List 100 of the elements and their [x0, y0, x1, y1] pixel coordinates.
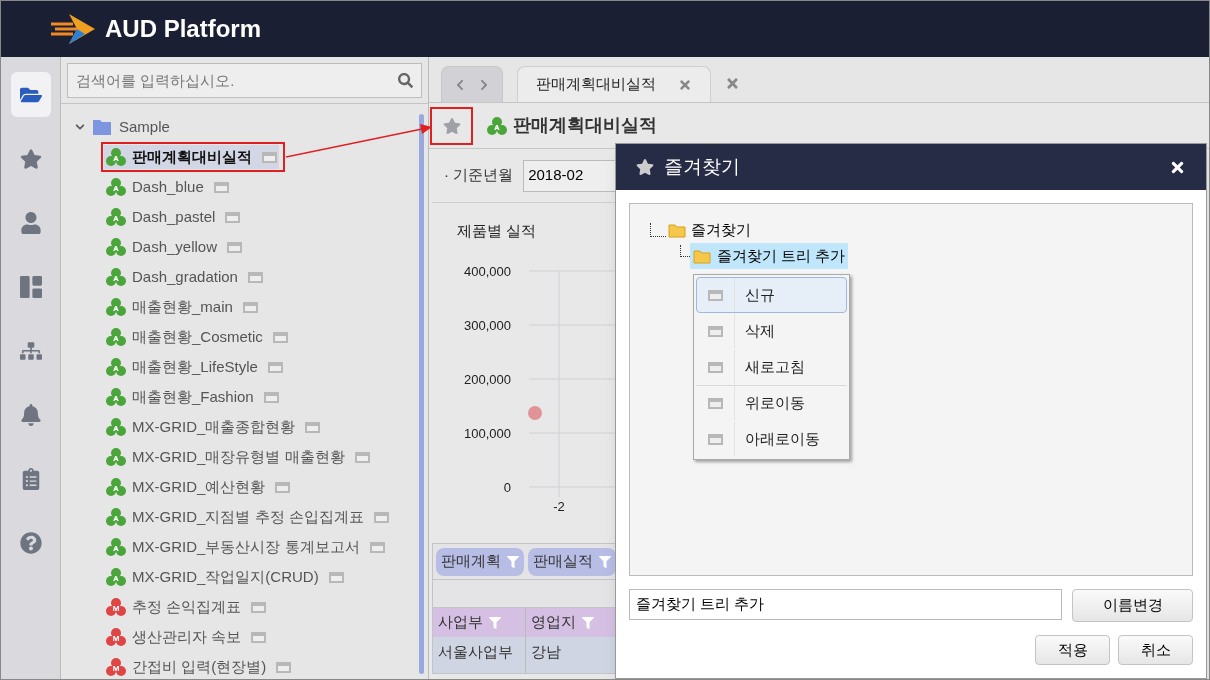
window-icon[interactable] [369, 541, 385, 553]
tree-node-label[interactable]: 즐겨찾기 [688, 218, 754, 242]
window-icon[interactable] [251, 631, 267, 643]
window-icon[interactable] [213, 181, 229, 193]
window-icon[interactable] [272, 331, 288, 343]
window-icon[interactable] [225, 211, 241, 223]
menu-item-label: 삭제 [744, 320, 775, 341]
window-icon[interactable] [247, 271, 263, 283]
window-icon[interactable] [708, 433, 723, 445]
tree-item[interactable]: A Dash_pastel [104, 205, 243, 229]
tree-item[interactable]: A MX-GRID_부동산시장 통계보고서 [104, 535, 387, 559]
pivot-field-chip[interactable]: 판매계획 [436, 547, 524, 576]
search-icon[interactable] [398, 73, 413, 88]
menu-item[interactable]: 삭제 [696, 313, 847, 349]
window-icon[interactable] [275, 481, 291, 493]
tree-item-label: MX-GRID_부동산시장 통계보고서 [132, 536, 360, 557]
nav-button[interactable] [10, 72, 51, 117]
window-icon[interactable] [708, 397, 723, 409]
filter-icon[interactable] [507, 555, 519, 568]
back-icon[interactable] [454, 78, 466, 91]
apply-button[interactable]: 적용 [1035, 635, 1110, 665]
tree-item[interactable]: M 추정 손익집계표 [104, 595, 269, 619]
window-icon[interactable] [251, 601, 267, 613]
menu-item-label: 새로고침 [744, 356, 805, 377]
tree-node-label: 즐겨찾기 트리 추가 [717, 245, 846, 266]
filter-icon[interactable] [599, 555, 611, 568]
tree-item[interactable]: A MX-GRID_매장유형별 매출현황 [104, 445, 372, 469]
window-icon[interactable] [354, 451, 370, 463]
table-cell: 서울사업부 [433, 637, 526, 673]
tree-item-label: 매출현황_Cosmetic [132, 326, 263, 347]
filter-icon[interactable] [582, 616, 594, 629]
menu-item-label: 신규 [744, 284, 775, 305]
bell-icon [19, 403, 42, 426]
help-icon [19, 531, 42, 554]
name-field[interactable]: 즐겨찾기 트리 추가 [629, 589, 1062, 620]
tree-item[interactable]: A Dash_gradation [104, 265, 265, 289]
window-icon[interactable] [263, 391, 279, 403]
window-icon[interactable] [262, 151, 277, 163]
user-icon [19, 211, 42, 234]
star-icon [442, 116, 461, 135]
search-field[interactable]: 검색어를 입력하십시오. [67, 63, 422, 98]
tree-item-label: MX-GRID_매출종합현황 [132, 416, 296, 437]
cancel-button[interactable]: 취소 [1118, 635, 1193, 665]
filter-icon[interactable] [489, 616, 501, 629]
tree-item[interactable]: A 매출현황_LifeStyle [104, 355, 285, 379]
tree-item-label: 매출현황_Fashion [132, 386, 254, 407]
star-icon [19, 147, 42, 170]
dialog-title: 즐겨찾기 [664, 154, 740, 179]
column-label: 사업부 [438, 612, 483, 633]
menu-item[interactable]: 신규 [696, 277, 847, 313]
tree-item[interactable]: A MX-GRID_예산현황 [104, 475, 293, 499]
tree-item[interactable]: M 간접비 입력(현장별) [104, 655, 294, 679]
tree-item[interactable]: A MX-GRID_지점별 추정 손입집계표 [104, 505, 391, 529]
hierarchy-icon [19, 339, 42, 362]
folder-label[interactable]: Sample [119, 115, 170, 139]
tree-item[interactable]: A 판매계획대비실적 [104, 145, 279, 169]
tree-item[interactable]: A MX-GRID_매출종합현황 [104, 415, 323, 439]
y-axis-label: 200,000 [464, 372, 511, 387]
tree-item-label: MX-GRID_지점별 추정 손입집계표 [132, 506, 364, 527]
x-axis-label: -2 [553, 499, 565, 514]
window-icon[interactable] [267, 361, 283, 373]
window-icon[interactable] [276, 661, 292, 673]
window-icon[interactable] [373, 511, 389, 523]
tree-item-label: MX-GRID_예산현황 [132, 476, 266, 497]
menu-item[interactable]: 아래로이동 [696, 421, 847, 457]
report-title: 판매계획대비실적 [513, 114, 657, 137]
y-axis-label: 300,000 [464, 318, 511, 333]
tree-node[interactable]: 즐겨찾기 트리 추가 [690, 243, 849, 269]
folder-icon [668, 222, 686, 238]
rename-button[interactable]: 이름변경 [1072, 589, 1193, 622]
tree-item[interactable]: A MX-GRID_작업일지(CRUD) [104, 565, 346, 589]
menu-item[interactable]: 새로고침 [696, 349, 847, 385]
window-icon[interactable] [328, 571, 344, 583]
report-tab[interactable]: 판매계획대비실적 [517, 66, 711, 102]
tree-item-label: MX-GRID_작업일지(CRUD) [132, 566, 319, 587]
window-icon[interactable] [708, 361, 723, 373]
tree-item[interactable]: A Dash_yellow [104, 235, 245, 259]
pivot-field-chip[interactable]: 판매실적 [528, 547, 616, 576]
menu-item-label: 아래로이동 [744, 428, 820, 449]
logo-text: AUD Platform [105, 14, 261, 44]
tree-item[interactable]: A Dash_blue [104, 175, 231, 199]
tree-item-label: 추정 손익집계표 [132, 596, 242, 617]
window-icon[interactable] [708, 289, 723, 301]
window-icon[interactable] [708, 325, 723, 337]
star-icon [636, 158, 654, 176]
chevron-down-icon[interactable] [75, 122, 85, 132]
window-icon[interactable] [227, 241, 243, 253]
tree-item[interactable]: A 매출현황_Fashion [104, 385, 281, 409]
menu-item[interactable]: 위로이동 [696, 385, 847, 421]
window-icon[interactable] [305, 421, 321, 433]
chip-label: 판매계획 [441, 551, 501, 572]
tree-item[interactable]: A 매출현황_Cosmetic [104, 325, 290, 349]
forward-icon[interactable] [478, 78, 490, 91]
tree-item-label: MX-GRID_매장유형별 매출현황 [132, 446, 345, 467]
tree-item[interactable]: A 매출현황_main [104, 295, 260, 319]
window-icon[interactable] [242, 301, 258, 313]
column-label: 영업지 [531, 612, 576, 633]
tree-item-label: 매출현황_LifeStyle [132, 356, 258, 377]
scrollbar[interactable] [419, 114, 424, 674]
tree-item[interactable]: M 생산관리자 속보 [104, 625, 269, 649]
